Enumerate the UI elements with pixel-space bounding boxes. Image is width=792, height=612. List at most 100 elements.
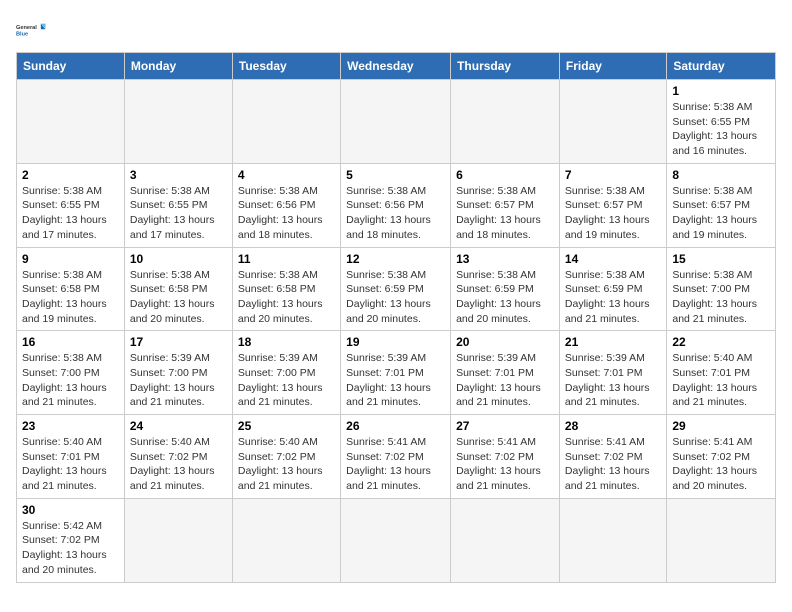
day-info: Sunrise: 5:38 AM Sunset: 6:59 PM Dayligh… xyxy=(456,268,554,327)
calendar-cell: 2 Sunrise: 5:38 AM Sunset: 6:55 PM Daylig… xyxy=(17,163,125,247)
day-info: Sunrise: 5:40 AM Sunset: 7:01 PM Dayligh… xyxy=(672,351,770,410)
day-number: 27 xyxy=(456,419,554,433)
calendar-cell: 19 Sunrise: 5:39 AM Sunset: 7:01 PM Dayli… xyxy=(341,331,451,415)
day-number: 3 xyxy=(130,168,227,182)
day-number: 26 xyxy=(346,419,445,433)
calendar-cell xyxy=(341,498,451,582)
calendar-cell: 8Sunrise: 5:38 AM Sunset: 6:57 PM Daylig… xyxy=(667,163,776,247)
calendar-cell: 28Sunrise: 5:41 AM Sunset: 7:02 PM Dayli… xyxy=(559,415,666,499)
day-number: 5 xyxy=(346,168,445,182)
day-info: Sunrise: 5:42 AM Sunset: 7:02 PM Dayligh… xyxy=(22,519,119,578)
day-number: 12 xyxy=(346,252,445,266)
day-info: Sunrise: 5:38 AM Sunset: 6:57 PM Dayligh… xyxy=(672,184,770,243)
calendar-cell: 26 Sunrise: 5:41 AM Sunset: 7:02 PM Dayli… xyxy=(341,415,451,499)
day-number: 7 xyxy=(565,168,661,182)
day-info: Sunrise: 5:40 AM Sunset: 7:02 PM Dayligh… xyxy=(238,435,335,494)
day-number: 18 xyxy=(238,335,335,349)
logo: GeneralBlue xyxy=(16,16,48,44)
day-info: Sunrise: 5:39 AM Sunset: 7:01 PM Dayligh… xyxy=(565,351,661,410)
day-number: 9 xyxy=(22,252,119,266)
calendar-cell xyxy=(451,80,560,164)
calendar-cell: 7 Sunrise: 5:38 AM Sunset: 6:57 PM Daylig… xyxy=(559,163,666,247)
day-number: 20 xyxy=(456,335,554,349)
day-info: Sunrise: 5:41 AM Sunset: 7:02 PM Dayligh… xyxy=(672,435,770,494)
calendar-cell: 4 Sunrise: 5:38 AM Sunset: 6:56 PM Daylig… xyxy=(232,163,340,247)
day-info: Sunrise: 5:38 AM Sunset: 6:55 PM Dayligh… xyxy=(130,184,227,243)
calendar-cell xyxy=(124,498,232,582)
calendar-cell: 21 Sunrise: 5:39 AM Sunset: 7:01 PM Dayli… xyxy=(559,331,666,415)
day-number: 6 xyxy=(456,168,554,182)
calendar-cell: 15 Sunrise: 5:38 AM Sunset: 7:00 PM Dayli… xyxy=(667,247,776,331)
day-number: 23 xyxy=(22,419,119,433)
calendar-cell: 3 Sunrise: 5:38 AM Sunset: 6:55 PM Daylig… xyxy=(124,163,232,247)
calendar-cell: 17 Sunrise: 5:39 AM Sunset: 7:00 PM Dayli… xyxy=(124,331,232,415)
calendar-cell: 18 Sunrise: 5:39 AM Sunset: 7:00 PM Dayli… xyxy=(232,331,340,415)
day-number: 1 xyxy=(672,84,770,98)
calendar-cell: 23 Sunrise: 5:40 AM Sunset: 7:01 PM Dayli… xyxy=(17,415,125,499)
day-number: 13 xyxy=(456,252,554,266)
calendar-week-row: 23 Sunrise: 5:40 AM Sunset: 7:01 PM Dayli… xyxy=(17,415,776,499)
day-number: 16 xyxy=(22,335,119,349)
day-info: Sunrise: 5:38 AM Sunset: 6:58 PM Dayligh… xyxy=(22,268,119,327)
weekday-header-thursday: Thursday xyxy=(451,53,560,80)
day-info: Sunrise: 5:38 AM Sunset: 6:57 PM Dayligh… xyxy=(456,184,554,243)
day-info: Sunrise: 5:38 AM Sunset: 6:56 PM Dayligh… xyxy=(346,184,445,243)
day-number: 22 xyxy=(672,335,770,349)
calendar-table: SundayMondayTuesdayWednesdayThursdayFrid… xyxy=(16,52,776,583)
calendar-cell xyxy=(232,498,340,582)
day-number: 4 xyxy=(238,168,335,182)
day-info: Sunrise: 5:39 AM Sunset: 7:00 PM Dayligh… xyxy=(238,351,335,410)
page-header: GeneralBlue xyxy=(16,16,776,44)
day-info: Sunrise: 5:38 AM Sunset: 6:58 PM Dayligh… xyxy=(238,268,335,327)
calendar-cell xyxy=(559,80,666,164)
svg-text:Blue: Blue xyxy=(16,32,28,38)
weekday-header-saturday: Saturday xyxy=(667,53,776,80)
calendar-cell: 25 Sunrise: 5:40 AM Sunset: 7:02 PM Dayli… xyxy=(232,415,340,499)
day-number: 17 xyxy=(130,335,227,349)
weekday-header-tuesday: Tuesday xyxy=(232,53,340,80)
day-info: Sunrise: 5:41 AM Sunset: 7:02 PM Dayligh… xyxy=(565,435,661,494)
calendar-cell xyxy=(17,80,125,164)
day-info: Sunrise: 5:38 AM Sunset: 6:56 PM Dayligh… xyxy=(238,184,335,243)
day-number: 2 xyxy=(22,168,119,182)
weekday-header-monday: Monday xyxy=(124,53,232,80)
day-number: 19 xyxy=(346,335,445,349)
calendar-cell xyxy=(559,498,666,582)
calendar-cell: 13 Sunrise: 5:38 AM Sunset: 6:59 PM Dayli… xyxy=(451,247,560,331)
day-info: Sunrise: 5:38 AM Sunset: 7:00 PM Dayligh… xyxy=(672,268,770,327)
day-info: Sunrise: 5:39 AM Sunset: 7:01 PM Dayligh… xyxy=(346,351,445,410)
day-number: 24 xyxy=(130,419,227,433)
calendar-cell: 16 Sunrise: 5:38 AM Sunset: 7:00 PM Dayli… xyxy=(17,331,125,415)
day-number: 15 xyxy=(672,252,770,266)
day-number: 29 xyxy=(672,419,770,433)
day-info: Sunrise: 5:38 AM Sunset: 6:59 PM Dayligh… xyxy=(346,268,445,327)
day-info: Sunrise: 5:41 AM Sunset: 7:02 PM Dayligh… xyxy=(456,435,554,494)
calendar-week-row: 30Sunrise: 5:42 AM Sunset: 7:02 PM Dayli… xyxy=(17,498,776,582)
day-info: Sunrise: 5:40 AM Sunset: 7:01 PM Dayligh… xyxy=(22,435,119,494)
day-info: Sunrise: 5:39 AM Sunset: 7:01 PM Dayligh… xyxy=(456,351,554,410)
day-number: 10 xyxy=(130,252,227,266)
day-info: Sunrise: 5:38 AM Sunset: 7:00 PM Dayligh… xyxy=(22,351,119,410)
calendar-cell: 9 Sunrise: 5:38 AM Sunset: 6:58 PM Daylig… xyxy=(17,247,125,331)
calendar-cell xyxy=(232,80,340,164)
calendar-week-row: 1Sunrise: 5:38 AM Sunset: 6:55 PM Daylig… xyxy=(17,80,776,164)
calendar-cell xyxy=(667,498,776,582)
day-number: 25 xyxy=(238,419,335,433)
calendar-cell: 24 Sunrise: 5:40 AM Sunset: 7:02 PM Dayli… xyxy=(124,415,232,499)
calendar-header-row: SundayMondayTuesdayWednesdayThursdayFrid… xyxy=(17,53,776,80)
day-info: Sunrise: 5:41 AM Sunset: 7:02 PM Dayligh… xyxy=(346,435,445,494)
day-info: Sunrise: 5:38 AM Sunset: 6:57 PM Dayligh… xyxy=(565,184,661,243)
day-number: 14 xyxy=(565,252,661,266)
day-info: Sunrise: 5:38 AM Sunset: 6:55 PM Dayligh… xyxy=(22,184,119,243)
day-info: Sunrise: 5:39 AM Sunset: 7:00 PM Dayligh… xyxy=(130,351,227,410)
day-info: Sunrise: 5:38 AM Sunset: 6:59 PM Dayligh… xyxy=(565,268,661,327)
calendar-cell: 6 Sunrise: 5:38 AM Sunset: 6:57 PM Daylig… xyxy=(451,163,560,247)
calendar-cell xyxy=(451,498,560,582)
day-number: 11 xyxy=(238,252,335,266)
calendar-cell: 30Sunrise: 5:42 AM Sunset: 7:02 PM Dayli… xyxy=(17,498,125,582)
calendar-cell: 22 Sunrise: 5:40 AM Sunset: 7:01 PM Dayli… xyxy=(667,331,776,415)
day-info: Sunrise: 5:40 AM Sunset: 7:02 PM Dayligh… xyxy=(130,435,227,494)
calendar-cell: 12 Sunrise: 5:38 AM Sunset: 6:59 PM Dayli… xyxy=(341,247,451,331)
day-number: 21 xyxy=(565,335,661,349)
calendar-cell: 11 Sunrise: 5:38 AM Sunset: 6:58 PM Dayli… xyxy=(232,247,340,331)
